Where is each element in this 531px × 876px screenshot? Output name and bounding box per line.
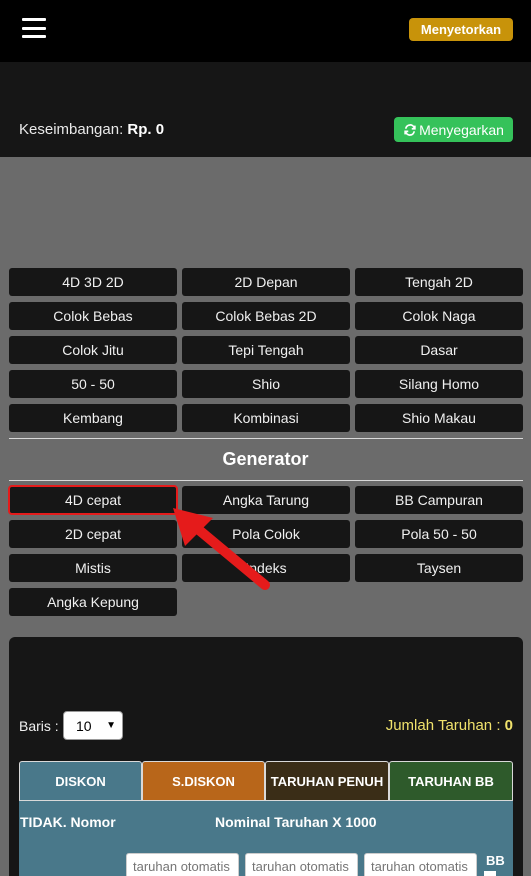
tab-diskon[interactable]: DISKON	[19, 761, 142, 801]
bet-type-button[interactable]: Tengah 2D	[355, 268, 523, 296]
table-header: TIDAK. Nomor Nominal Taruhan X 1000	[19, 801, 513, 842]
tab-taruhan-bb[interactable]: TARUHAN BB	[389, 761, 513, 801]
balance-label: Keseimbangan:	[19, 121, 124, 138]
generator-title: Generator	[222, 449, 309, 469]
bb-checkbox[interactable]	[484, 871, 496, 876]
top-bar: Menyetorkan	[0, 0, 531, 62]
baris-label: Baris :	[19, 718, 59, 734]
annotation-arrow-icon	[173, 508, 270, 590]
bet-type-button[interactable]: Shio Makau	[355, 404, 523, 432]
header-number: TIDAK. Nomor	[20, 813, 116, 830]
bet-type-button[interactable]: 50 - 50	[9, 370, 177, 398]
bet-total-label: Jumlah Taruhan :	[385, 717, 501, 734]
generator-button[interactable]: BB Campuran	[355, 486, 523, 514]
bet-amount-input[interactable]	[245, 853, 358, 876]
bet-amount-input[interactable]	[126, 853, 239, 876]
refresh-icon	[404, 123, 416, 136]
generator-button[interactable]: 2D cepat	[9, 520, 177, 548]
bet-type-button[interactable]: Colok Jitu	[9, 336, 177, 364]
refresh-label: Menyegarkan	[419, 121, 504, 138]
balance-bar: Keseimbangan: Rp. 0	[0, 62, 531, 157]
baris-select[interactable]: 10 ▼	[63, 711, 123, 740]
generator-button[interactable]: Pola 50 - 50	[355, 520, 523, 548]
hamburger-menu-icon[interactable]	[22, 18, 46, 38]
bet-type-button[interactable]: 2D Depan	[182, 268, 350, 296]
bet-type-button[interactable]: Kombinasi	[182, 404, 350, 432]
bet-type-button[interactable]: Colok Bebas	[9, 302, 177, 330]
table-row: BB	[19, 842, 513, 876]
bet-type-button[interactable]: 4D 3D 2D	[9, 268, 177, 296]
bet-amount-input[interactable]	[364, 853, 477, 876]
tab-s-diskon[interactable]: S.DISKON	[142, 761, 265, 801]
bet-type-button[interactable]: Silang Homo	[355, 370, 523, 398]
balance-value: Rp. 0	[127, 121, 165, 138]
bet-type-button[interactable]: Tepi Tengah	[182, 336, 350, 364]
bet-type-button[interactable]: Kembang	[9, 404, 177, 432]
bet-total: Jumlah Taruhan : 0	[386, 717, 513, 734]
deposit-button[interactable]: Menyetorkan	[409, 18, 513, 41]
bet-type-button[interactable]: Colok Naga	[355, 302, 523, 330]
bet-mode-tabs: DISKON S.DISKON TARUHAN PENUH TARUHAN BB	[19, 761, 513, 801]
bet-type-button[interactable]: Colok Bebas 2D	[182, 302, 350, 330]
generator-button-selected[interactable]: 4D cepat	[8, 485, 178, 515]
generator-button[interactable]: Angka Kepung	[9, 588, 177, 616]
chevron-down-icon: ▼	[106, 720, 116, 731]
bet-type-button[interactable]: Shio	[182, 370, 350, 398]
bb-label: BB	[486, 853, 505, 868]
bet-type-grid: 4D 3D 2D 2D Depan Tengah 2D Colok Bebas …	[9, 268, 523, 432]
refresh-button[interactable]: Menyegarkan	[394, 117, 513, 142]
tab-taruhan-penuh[interactable]: TARUHAN PENUH	[265, 761, 389, 801]
section-divider	[9, 480, 523, 481]
bet-type-button[interactable]: Dasar	[355, 336, 523, 364]
section-divider	[9, 438, 523, 439]
balance-display: Keseimbangan: Rp. 0	[19, 121, 164, 138]
generator-button[interactable]: Taysen	[355, 554, 523, 582]
baris-value: 10	[76, 717, 92, 734]
bet-total-value: 0	[504, 717, 513, 734]
header-nominal: Nominal Taruhan X 1000	[215, 813, 377, 830]
generator-button[interactable]: Mistis	[9, 554, 177, 582]
